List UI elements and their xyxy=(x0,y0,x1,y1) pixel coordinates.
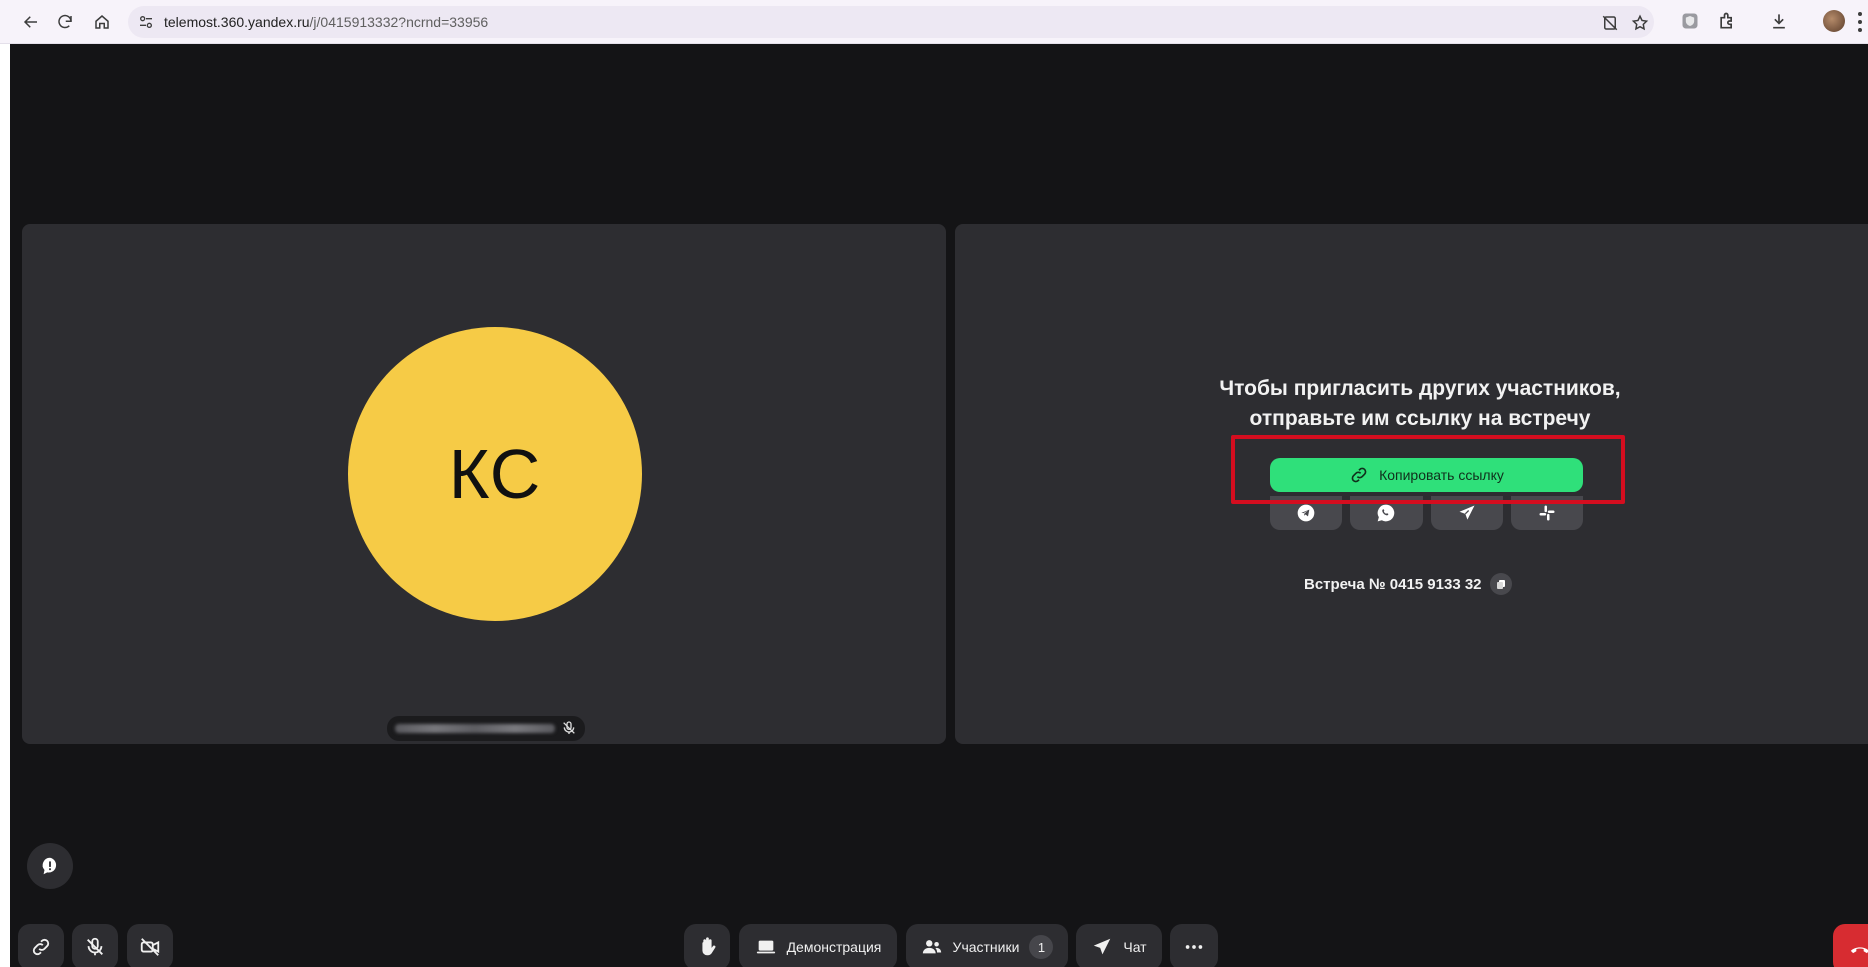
participants-count-badge: 1 xyxy=(1029,935,1054,959)
mic-off-icon xyxy=(87,937,103,956)
bookmark-star-icon[interactable] xyxy=(1631,14,1649,32)
microphone-toggle[interactable] xyxy=(72,924,118,967)
back-icon[interactable] xyxy=(20,11,42,33)
share-slack-button[interactable] xyxy=(1510,496,1583,530)
send-icon xyxy=(1459,505,1475,520)
more-dots-icon xyxy=(1185,945,1203,949)
hand-icon xyxy=(702,937,716,956)
meeting-id-row: Встреча № 0415 9133 32 xyxy=(1304,573,1512,595)
end-call-button[interactable] xyxy=(1833,924,1868,967)
link-icon xyxy=(32,938,50,956)
browser-toolbar: telemost.360.yandex.ru/j/0415913332?ncrn… xyxy=(0,0,1868,44)
slack-icon xyxy=(1539,505,1555,521)
raise-hand-button[interactable] xyxy=(684,924,730,967)
copy-link-label: Копировать ссылку xyxy=(1379,467,1504,483)
no-tracking-icon[interactable] xyxy=(1601,14,1619,32)
profile-avatar[interactable] xyxy=(1823,10,1845,32)
participants-icon xyxy=(922,940,941,954)
camera-off-icon xyxy=(140,938,160,956)
screen-share-icon xyxy=(756,940,775,954)
invite-tile: Чтобы пригласить других участников, отпр… xyxy=(955,224,1868,744)
shield-extension-icon[interactable] xyxy=(1680,11,1700,31)
feedback-icon xyxy=(42,857,57,875)
send-icon xyxy=(1094,938,1111,955)
invite-link-button[interactable] xyxy=(18,924,64,967)
invite-title-line2: отправьте им ссылку на встречу xyxy=(1249,407,1591,430)
more-options-button[interactable] xyxy=(1170,924,1218,967)
avatar-initials: КС xyxy=(448,435,542,513)
blurred-name xyxy=(395,724,555,733)
chat-button[interactable]: Чат xyxy=(1076,924,1162,967)
meeting-id: Встреча № 0415 9133 32 xyxy=(1304,575,1482,593)
telegram-icon xyxy=(1297,504,1315,522)
whatsapp-icon xyxy=(1378,504,1395,522)
link-icon xyxy=(1351,467,1367,483)
download-icon[interactable] xyxy=(1769,11,1789,31)
participant-name-tag xyxy=(387,716,585,741)
home-icon[interactable] xyxy=(91,11,113,33)
screen-share-label: Демонстрация xyxy=(786,939,882,955)
feedback-button[interactable] xyxy=(27,843,73,889)
participant-tile: КС xyxy=(22,224,946,744)
site-settings-icon[interactable] xyxy=(138,14,154,30)
share-send-button[interactable] xyxy=(1430,496,1503,530)
url-text: telemost.360.yandex.ru/j/0415913332?ncrn… xyxy=(164,14,489,30)
address-bar[interactable]: telemost.360.yandex.ru/j/0415913332?ncrn… xyxy=(128,6,1654,38)
browser-menu-icon[interactable] xyxy=(1858,12,1864,32)
camera-toggle[interactable] xyxy=(127,924,173,967)
screen-share-button[interactable]: Демонстрация xyxy=(739,924,897,967)
telemost-page: КС Чтобы пригласить других участников, о… xyxy=(10,44,1868,967)
hang-up-icon xyxy=(1850,947,1868,954)
copy-meeting-id-button[interactable] xyxy=(1489,573,1512,595)
extensions-puzzle-icon[interactable] xyxy=(1717,11,1737,31)
avatar: КС xyxy=(348,327,642,621)
page-left-edge xyxy=(0,44,10,967)
share-buttons xyxy=(1270,496,1583,530)
mic-off-icon xyxy=(561,720,577,736)
share-telegram-button[interactable] xyxy=(1270,496,1343,530)
share-whatsapp-button[interactable] xyxy=(1350,496,1423,530)
chat-label: Чат xyxy=(1123,939,1147,955)
copy-icon xyxy=(1496,580,1505,589)
copy-link-button[interactable]: Копировать ссылку xyxy=(1270,458,1583,492)
invite-title: Чтобы пригласить других участников, отпр… xyxy=(955,374,1868,434)
invite-title-line1: Чтобы пригласить других участников, xyxy=(1219,377,1621,400)
reload-icon[interactable] xyxy=(54,11,76,33)
participants-button[interactable]: Участники 1 xyxy=(906,924,1068,967)
participants-label: Участники xyxy=(952,939,1020,955)
